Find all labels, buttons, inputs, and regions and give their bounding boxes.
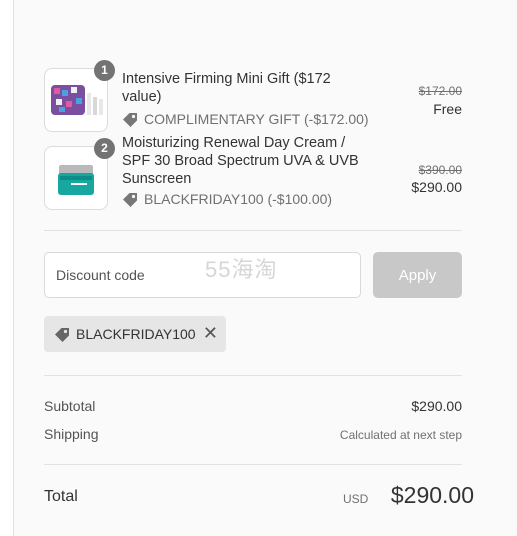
applied-code-label: BLACKFRIDAY100 (76, 326, 196, 342)
apply-button[interactable]: Apply (373, 252, 462, 298)
discount-code-input[interactable] (44, 252, 361, 298)
tag-icon (55, 327, 69, 342)
shipping-label: Shipping (44, 426, 99, 442)
shipping-value: Calculated at next step (339, 428, 462, 442)
quantity-badge: 1 (94, 60, 115, 81)
remove-code-icon[interactable]: ✕ (203, 323, 218, 343)
tag-icon (123, 112, 137, 127)
subtotal-row: Subtotal $290.00 (44, 398, 462, 416)
shipping-row: Shipping Calculated at next step (44, 426, 462, 444)
product-title: Intensive Firming Mini Gift ($172 value) (122, 71, 331, 105)
final-price: Free (433, 101, 462, 117)
product-thumbnail: 2 (44, 138, 115, 210)
original-price: $172.00 (418, 84, 462, 98)
total-label: Total (44, 488, 78, 505)
discount-allocation: COMPLIMENTARY GIFT (-$172.00) (122, 111, 369, 127)
discount-allocation: BLACKFRIDAY100 (-$100.00) (122, 191, 332, 207)
quantity-badge: 2 (94, 138, 115, 159)
product-thumbnail: 1 (44, 60, 115, 132)
divider (44, 230, 462, 231)
discount-label: BLACKFRIDAY100 (-$100.00) (144, 191, 333, 207)
product-title: Moisturizing Renewal Day Cream / SPF 30 … (122, 135, 359, 187)
discount-label: COMPLIMENTARY GIFT (-$172.00) (144, 111, 369, 127)
currency-code: USD (343, 492, 369, 506)
subtotal-value: $290.00 (411, 398, 462, 414)
final-price: $290.00 (411, 179, 462, 195)
line-item: 2 Moisturizing Renewal Day Cream / SPF 3… (44, 135, 462, 210)
divider (44, 464, 462, 465)
original-price: $390.00 (418, 163, 462, 177)
applied-discount-chip: BLACKFRIDAY100 ✕ (44, 316, 226, 352)
divider (44, 375, 462, 376)
tag-icon (123, 192, 137, 207)
subtotal-label: Subtotal (44, 398, 96, 414)
line-item: 1 Intensive Firming Mini Gift ($172 valu… (44, 60, 462, 132)
total-price: $290.00 (390, 482, 474, 508)
